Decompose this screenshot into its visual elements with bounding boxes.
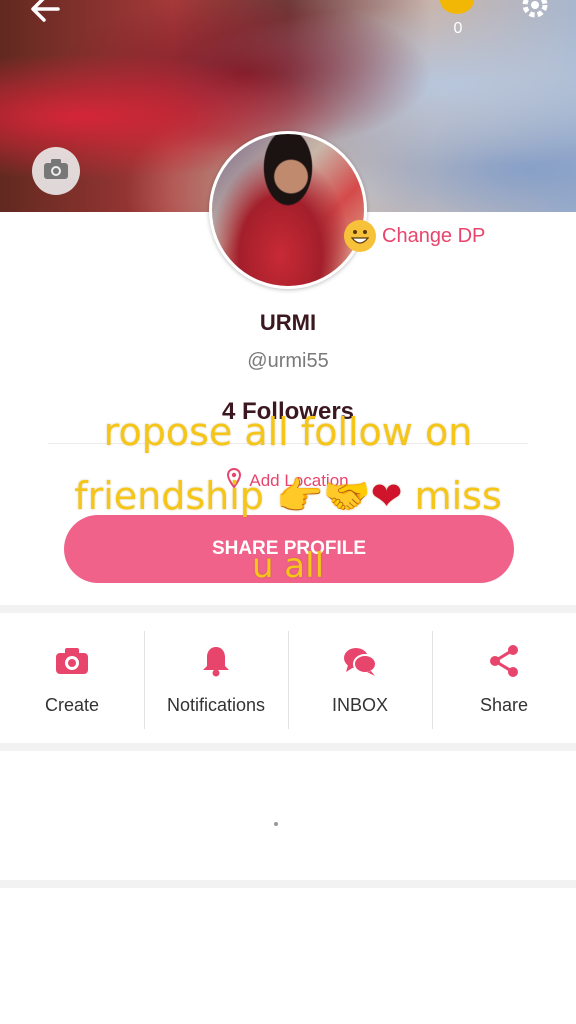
- change-dp-label: Change DP: [382, 224, 486, 247]
- section-divider: [0, 743, 576, 751]
- create-button[interactable]: Create: [0, 613, 144, 743]
- pointing-handshake-emoji: 👉🤝: [276, 474, 371, 518]
- section-divider: [0, 605, 576, 613]
- share-icon: [484, 641, 524, 681]
- grinning-face-icon: [344, 220, 376, 252]
- gear-icon[interactable]: [518, 0, 552, 22]
- overlay-word-friendship: friendship: [74, 474, 264, 518]
- change-dp-button[interactable]: Change DP: [344, 219, 485, 253]
- camera-icon: [43, 158, 69, 185]
- red-heart-emoji: ❤: [370, 474, 403, 518]
- profile-name: URMI: [259, 310, 317, 335]
- action-bar: Create Notifications INBOX Share: [0, 613, 576, 743]
- profile-handle: @urmi55: [247, 350, 329, 372]
- overlay-caption-line1: ropose all follow on: [103, 410, 473, 454]
- camera-icon: [52, 641, 92, 681]
- create-label: Create: [44, 694, 100, 715]
- overlay-word-miss: miss: [414, 474, 502, 518]
- share-button[interactable]: Share: [432, 613, 576, 743]
- notifications-button[interactable]: Notifications: [144, 613, 288, 743]
- share-label: Share: [479, 694, 529, 715]
- coin-count: 0: [453, 20, 463, 37]
- inbox-button[interactable]: INBOX: [288, 613, 432, 743]
- notifications-label: Notifications: [166, 694, 266, 715]
- overlay-caption-line3: u all: [251, 546, 325, 586]
- back-arrow-icon[interactable]: [28, 0, 62, 26]
- avatar[interactable]: [209, 131, 367, 289]
- inbox-label: INBOX: [331, 694, 388, 715]
- loading-dot: [274, 822, 278, 826]
- overlay-caption-line2: friendship 👉🤝❤ miss: [0, 474, 576, 519]
- bell-icon: [196, 641, 236, 681]
- chat-bubbles-icon: [340, 641, 380, 681]
- section-divider: [0, 880, 576, 888]
- change-cover-button[interactable]: [32, 147, 80, 195]
